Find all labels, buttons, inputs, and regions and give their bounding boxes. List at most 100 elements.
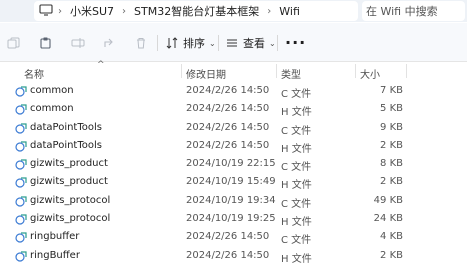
copy-icon[interactable] — [7, 37, 21, 49]
file-size: 9 KB — [380, 121, 403, 133]
vscode-file-icon — [15, 141, 27, 152]
file-type: H 文件 — [281, 217, 312, 229]
file-size: 4 KB — [380, 231, 403, 243]
address-bar: › 小米SU7 › STM32智能台灯基本框架 › Wifi 在 Wifi 中搜… — [0, 0, 467, 22]
file-row[interactable]: dataPointTools 2024/2/26 14:50 C 文件 9 KB — [0, 119, 467, 137]
chevron-right-icon: › — [267, 5, 272, 17]
vscode-file-icon — [15, 251, 27, 262]
search-placeholder: 在 Wifi 中搜索 — [366, 5, 438, 18]
delete-icon[interactable] — [134, 37, 148, 49]
file-row[interactable]: dataPointTools 2024/2/26 14:50 H 文件 2 KB — [0, 137, 467, 155]
file-type: H 文件 — [281, 107, 312, 119]
file-name: dataPointTools — [30, 139, 102, 151]
file-name: gizwits_product — [30, 176, 108, 188]
column-modified[interactable]: 修改日期 — [186, 66, 226, 81]
file-name: common — [30, 85, 74, 96]
file-name: dataPointTools — [30, 121, 102, 133]
file-type: C 文件 — [281, 162, 312, 174]
vscode-file-icon — [15, 232, 27, 243]
file-list: common 2024/2/26 14:50 C 文件 7 KB common … — [0, 82, 467, 265]
more-options-icon[interactable]: ··· — [285, 35, 306, 51]
search-input[interactable]: 在 Wifi 中搜索 — [362, 1, 465, 21]
column-name[interactable]: 名称 — [24, 66, 44, 81]
file-modified: 2024/2/26 14:50 — [186, 139, 270, 151]
breadcrumb-item-1[interactable]: 小米SU7 — [70, 3, 114, 19]
column-size[interactable]: 大小 — [360, 66, 380, 81]
file-modified: 2024/10/19 15:49 — [186, 176, 276, 188]
file-size: 2 KB — [380, 176, 403, 188]
file-modified: 2024/2/26 14:50 — [186, 85, 270, 96]
sort-label: 排序 — [183, 37, 205, 50]
file-name: common — [30, 103, 74, 115]
file-size: 2 KB — [380, 139, 403, 151]
file-size: 8 KB — [380, 158, 403, 170]
column-divider[interactable] — [181, 64, 182, 78]
view-icon — [227, 39, 237, 47]
file-row[interactable]: ringBuffer 2024/2/26 14:50 H 文件 2 KB — [0, 247, 467, 265]
share-icon[interactable] — [103, 37, 117, 49]
sort-button[interactable]: 排序 ⌄ — [166, 34, 216, 52]
sort-icon — [166, 37, 178, 49]
column-divider[interactable] — [355, 64, 356, 78]
column-header: ^ 名称 修改日期 类型 大小 — [0, 60, 467, 81]
file-size: 5 KB — [380, 103, 403, 115]
file-size: 2 KB — [380, 249, 403, 261]
file-type: H 文件 — [281, 180, 312, 192]
file-modified: 2024/2/26 14:50 — [186, 103, 270, 115]
vscode-file-icon — [15, 159, 27, 170]
sort-up-icon: ^ — [97, 60, 105, 70]
file-type: C 文件 — [281, 89, 312, 100]
paste-icon[interactable] — [39, 37, 53, 49]
file-row[interactable]: common 2024/2/26 14:50 C 文件 7 KB — [0, 82, 467, 100]
vscode-file-icon — [15, 122, 27, 134]
monitor-icon[interactable] — [39, 4, 53, 16]
toolbar-divider — [277, 35, 278, 51]
file-modified: 2024/2/26 14:50 — [186, 249, 270, 261]
file-size: 24 KB — [373, 213, 403, 225]
file-name: ringBuffer — [30, 249, 80, 261]
chevron-right-icon: › — [58, 5, 62, 17]
vscode-file-icon — [15, 196, 27, 207]
vscode-file-icon — [15, 86, 27, 97]
file-type: C 文件 — [281, 198, 312, 210]
file-row[interactable]: ringbuffer 2024/2/26 14:50 C 文件 4 KB — [0, 228, 467, 246]
vscode-file-icon — [15, 214, 27, 225]
column-divider[interactable] — [406, 64, 407, 78]
breadcrumb-items: › 小米SU7 › STM32智能台灯基本框架 › Wifi — [56, 0, 300, 22]
file-row[interactable]: gizwits_product 2024/10/19 15:49 H 文件 2 … — [0, 173, 467, 191]
toolbar-divider — [218, 35, 219, 51]
file-type: H 文件 — [281, 143, 312, 155]
file-name: ringbuffer — [30, 231, 80, 243]
view-button[interactable]: 查看 ⌄ — [226, 34, 276, 52]
rename-icon[interactable] — [71, 37, 85, 49]
file-modified: 2024/2/26 14:50 — [186, 231, 270, 243]
file-row[interactable]: common 2024/2/26 14:50 H 文件 5 KB — [0, 100, 467, 118]
file-size: 7 KB — [380, 85, 403, 96]
file-modified: 2024/10/19 22:15 — [186, 158, 276, 170]
column-divider[interactable] — [276, 64, 277, 78]
breadcrumb-item-3[interactable]: Wifi — [279, 5, 300, 18]
file-type: H 文件 — [281, 253, 312, 265]
column-type[interactable]: 类型 — [281, 66, 301, 81]
chevron-right-icon: › — [122, 5, 127, 17]
file-row[interactable]: gizwits_protocol 2024/10/19 19:34 C 文件 4… — [0, 192, 467, 210]
file-modified: 2024/2/26 14:50 — [186, 121, 270, 133]
file-modified: 2024/10/19 19:25 — [186, 213, 276, 225]
file-name: gizwits_protocol — [30, 213, 111, 225]
file-name: gizwits_product — [30, 158, 108, 170]
chevron-down-icon: ⌄ — [269, 38, 276, 48]
chevron-down-icon: ⌄ — [209, 38, 216, 48]
view-label: 查看 — [243, 37, 265, 50]
file-modified: 2024/10/19 19:34 — [186, 194, 276, 206]
file-type: C 文件 — [281, 235, 312, 247]
breadcrumb-item-2[interactable]: STM32智能台灯基本框架 — [134, 3, 259, 19]
file-name: gizwits_protocol — [30, 194, 111, 206]
toolbar-divider — [157, 35, 158, 51]
file-row[interactable]: gizwits_product 2024/10/19 22:15 C 文件 8 … — [0, 155, 467, 173]
file-row[interactable]: gizwits_protocol 2024/10/19 19:25 H 文件 2… — [0, 210, 467, 228]
file-type: C 文件 — [281, 125, 312, 137]
file-size: 49 KB — [373, 194, 403, 206]
command-bar: 排序 ⌄ 查看 ⌄ ··· — [0, 23, 467, 62]
vscode-file-icon — [15, 104, 27, 115]
vscode-file-icon — [15, 177, 27, 189]
